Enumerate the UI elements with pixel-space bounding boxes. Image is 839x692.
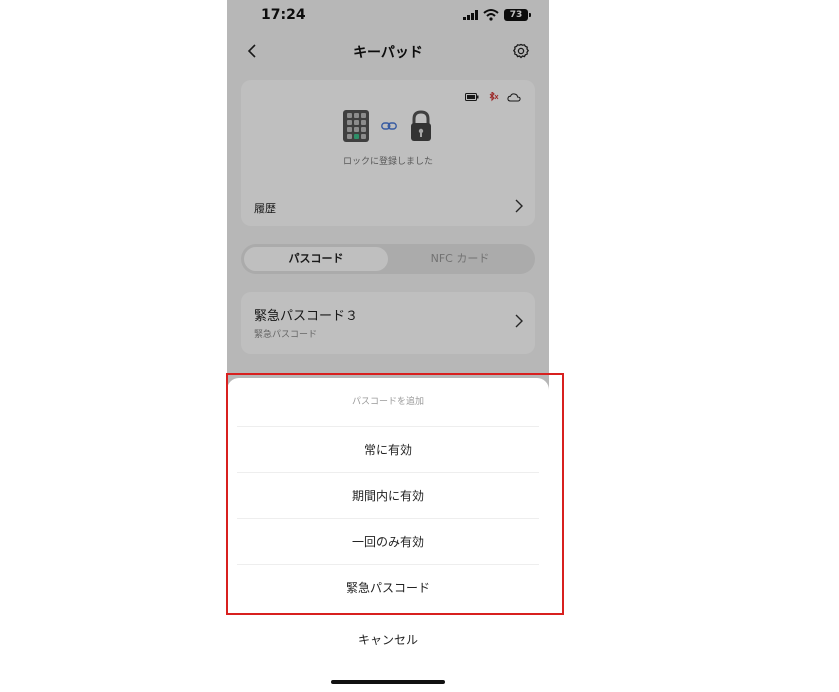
- option-period-valid[interactable]: 期間内に有効: [237, 472, 539, 518]
- tab-switcher: パスコード NFC カード: [241, 244, 535, 274]
- battery-tip: [529, 13, 531, 17]
- settings-button[interactable]: [510, 40, 532, 62]
- tab-passcode[interactable]: パスコード: [244, 247, 388, 271]
- home-indicator: [331, 680, 445, 684]
- passcode-list-item[interactable]: 緊急パスコード３ 緊急パスコード: [241, 292, 535, 354]
- chevron-right-icon: [515, 314, 523, 328]
- tab-nfc-card[interactable]: NFC カード: [388, 247, 532, 271]
- chevron-right-icon: [515, 199, 523, 213]
- add-passcode-sheet: パスコードを追加 常に有効 期間内に有効 一回のみ有効 緊急パスコード キャンセ…: [227, 378, 549, 692]
- lock-device-icon: [411, 110, 431, 141]
- sheet-divider: [227, 616, 549, 624]
- history-label: 履歴: [254, 202, 276, 215]
- status-bar: 17:24 73: [227, 0, 549, 34]
- device-status-icons: [465, 92, 521, 102]
- cancel-button[interactable]: キャンセル: [227, 626, 549, 654]
- bluetooth-off-icon: [489, 92, 499, 102]
- option-emergency-passcode[interactable]: 緊急パスコード: [237, 564, 539, 610]
- status-time: 17:24: [261, 7, 306, 23]
- device-link-row: [241, 110, 535, 142]
- signal-icon: [463, 10, 478, 20]
- passcode-title: 緊急パスコード３: [254, 309, 359, 324]
- link-icon: [381, 119, 397, 133]
- registration-status: ロックに登録しました: [342, 157, 433, 167]
- option-one-time[interactable]: 一回のみ有効: [237, 518, 539, 564]
- wifi-icon: [483, 9, 499, 21]
- page-title: キーパッド: [353, 45, 423, 61]
- gear-icon: [512, 43, 530, 59]
- battery-status-icon: [465, 93, 479, 101]
- keypad-device-icon: [343, 110, 369, 142]
- device-card: ロックに登録しました 履歴: [241, 80, 535, 226]
- cloud-icon: [507, 92, 521, 101]
- nav-bar: キーパッド: [227, 34, 549, 68]
- sheet-title: パスコードを追加: [351, 397, 424, 407]
- battery-icon: 73: [504, 9, 528, 21]
- passcode-subtitle: 緊急パスコード: [254, 330, 318, 340]
- history-row[interactable]: 履歴: [241, 188, 535, 226]
- option-always-valid[interactable]: 常に有効: [237, 426, 539, 472]
